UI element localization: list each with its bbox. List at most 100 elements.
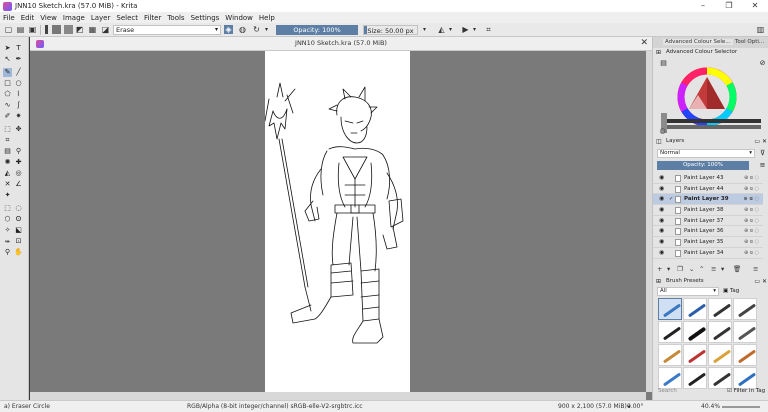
layer-row[interactable]: ◉ Paint Layer 37 ⊕ α ◌ <box>653 216 763 227</box>
brush-preset[interactable] <box>733 367 757 389</box>
layer-flags-icon[interactable]: ⊕ α ◌ <box>744 205 759 216</box>
gradient-icon[interactable] <box>45 25 48 34</box>
layer-flags-icon[interactable]: ⊕ α ◌ <box>744 173 759 184</box>
brush-preset[interactable] <box>658 367 682 389</box>
layer-row[interactable]: ◉ Paint Layer 34 ⊕ α ◌ <box>653 248 763 259</box>
menu-select[interactable]: Select <box>116 14 138 22</box>
reference-images-tool-icon[interactable]: ✦ <box>3 191 12 200</box>
workspace-icon[interactable]: ▥ <box>756 25 765 34</box>
canvas-paper[interactable] <box>264 51 410 392</box>
menu-window[interactable]: Window <box>225 14 253 22</box>
panel-float-close-icon[interactable]: ▭ ✕ <box>754 137 767 146</box>
chevron-down-icon[interactable]: ▾ <box>721 264 724 274</box>
mirror-vertical-icon[interactable]: ▶ <box>461 25 470 34</box>
maximize-button[interactable]: ❐ <box>716 0 742 12</box>
eye-icon[interactable]: ◉ <box>659 226 664 237</box>
preserve-alpha-icon[interactable]: ◍ <box>238 25 247 34</box>
layer-row[interactable]: ◉ Paint Layer 44 ⊕ α ◌ <box>653 184 763 195</box>
layer-row[interactable]: ◉ ✓ Paint Layer 39 ⊕ α ◌ <box>653 194 763 206</box>
colour-history-icon[interactable]: ○ <box>658 127 667 136</box>
eye-icon[interactable]: ◉ <box>659 194 664 205</box>
opacity-slider[interactable]: Opacity: 100% <box>276 25 358 35</box>
freehand-selection-tool-icon[interactable]: ʘ <box>14 215 23 224</box>
brush-preset[interactable] <box>683 298 707 320</box>
add-layer-icon[interactable]: + <box>657 264 662 274</box>
freehand-path-tool-icon[interactable]: ʃ <box>14 101 23 110</box>
new-document-icon[interactable]: ▢ <box>4 25 13 34</box>
contiguous-selection-tool-icon[interactable]: ✧ <box>3 226 12 235</box>
layer-row[interactable]: ◉ Paint Layer 36 ⊕ α ◌ <box>653 226 763 238</box>
duplicate-layer-icon[interactable]: ❐ <box>677 264 683 274</box>
layer-flags-icon[interactable]: ⊕ α ◌ <box>744 248 759 259</box>
polygon-tool-icon[interactable]: ⬠ <box>3 90 12 99</box>
assistant-tool-icon[interactable]: ✕ <box>3 180 12 189</box>
layer-flags-icon[interactable]: ⊕ α ◌ <box>744 226 759 237</box>
zoom-tool-icon[interactable]: ⚲ <box>3 248 12 257</box>
save-document-icon[interactable]: ▣ <box>28 25 37 34</box>
enclose-fill-tool-icon[interactable]: ◎ <box>14 169 23 178</box>
eye-icon[interactable]: ◉ <box>659 184 664 195</box>
layer-flags-icon[interactable]: ⊕ α ◌ <box>744 194 759 205</box>
chevron-down-icon[interactable]: ▾ <box>262 25 271 34</box>
calligraphy-tool-icon[interactable]: ✒ <box>14 55 23 64</box>
layer-row[interactable]: ◉ Paint Layer 38 ⊕ α ◌ <box>653 205 763 216</box>
filter-in-tag-checkbox[interactable]: ☑ Filter in Tag <box>727 388 765 394</box>
menu-layer[interactable]: Layer <box>91 14 111 22</box>
menu-view[interactable]: View <box>40 14 57 22</box>
size-slider[interactable]: Size: 50.00 px <box>363 25 418 35</box>
close-window-button[interactable]: ✕ <box>742 0 768 12</box>
foreground-background-color-icon[interactable]: ◩ <box>75 25 84 34</box>
layer-properties-icon[interactable]: ≡ <box>711 264 716 274</box>
gradient-tool-icon[interactable]: ▤ <box>3 147 12 156</box>
menu-tools[interactable]: Tools <box>167 14 184 22</box>
menu-help[interactable]: Help <box>259 14 275 22</box>
multibrush-tool-icon[interactable]: ✷ <box>14 112 23 121</box>
menu-file[interactable]: File <box>3 14 15 22</box>
open-document-icon[interactable]: ▤ <box>16 25 25 34</box>
blend-mode-select[interactable]: Erase ▾ <box>113 25 221 35</box>
measure-tool-icon[interactable]: ∠ <box>14 180 23 189</box>
presets-search-input[interactable]: Search <box>658 388 677 394</box>
tag-menu[interactable]: ▣ Tag <box>723 288 739 294</box>
mirror-horizontal-icon[interactable]: ◭ <box>437 25 446 34</box>
bezier-selection-tool-icon[interactable]: ⬰ <box>3 237 12 246</box>
elliptical-selection-tool-icon[interactable]: ◌ <box>14 204 23 213</box>
rectangular-selection-tool-icon[interactable]: ⬚ <box>3 204 12 213</box>
document-tab-title[interactable]: JNN10 Sketch.kra (57.0 MiB) <box>30 39 652 47</box>
brush-preset[interactable] <box>733 298 757 320</box>
polygonal-selection-tool-icon[interactable]: ⬡ <box>3 215 12 224</box>
fill-tool-icon[interactable]: ◭ <box>3 169 12 178</box>
brush-preset[interactable] <box>683 321 707 343</box>
minimize-button[interactable]: – <box>690 0 716 12</box>
menu-filter[interactable]: Filter <box>144 14 161 22</box>
colour-selector-close-icon[interactable]: ⊘ <box>758 59 767 68</box>
eraser-mode-icon[interactable]: ◈ <box>224 25 233 34</box>
brush-editor-icon[interactable]: ▦ <box>88 25 97 34</box>
pan-tool-icon[interactable]: ✋ <box>14 248 23 257</box>
brush-preset[interactable] <box>708 321 732 343</box>
tab-advanced-colour-selector[interactable]: Advanced Colour Sele... <box>663 39 733 45</box>
layer-flags-icon[interactable]: ⊕ α ◌ <box>744 237 759 248</box>
delete-layer-icon[interactable]: 🗑 <box>733 264 741 274</box>
chevron-down-icon[interactable]: ▾ <box>667 264 670 274</box>
bezier-tool-icon[interactable]: ∿ <box>3 101 12 110</box>
polyline-tool-icon[interactable]: ⌇ <box>14 90 23 99</box>
chevron-down-icon[interactable]: ▾ <box>470 25 479 34</box>
brush-preset[interactable] <box>658 298 682 320</box>
layer-options-icon[interactable]: ≡ <box>758 161 767 170</box>
tab-tool-options[interactable]: Tool Opti... <box>735 39 764 45</box>
layer-row[interactable]: ◉ Paint Layer 35 ⊕ α ◌ <box>653 237 763 248</box>
layer-menu-icon[interactable]: ≡ <box>753 264 758 274</box>
ellipse-tool-icon[interactable]: ○ <box>14 79 23 88</box>
filter-layers-icon[interactable]: ⊽ <box>758 149 767 158</box>
brush-preset[interactable] <box>658 344 682 366</box>
presets-filter-select[interactable]: All ▾ <box>657 287 719 296</box>
edit-shapes-tool-icon[interactable]: ↖ <box>3 55 12 64</box>
eye-icon[interactable]: ◉ <box>659 248 664 259</box>
eye-icon[interactable]: ◉ <box>659 237 664 248</box>
status-brush[interactable]: a) Eraser Circle <box>4 401 50 412</box>
move-layer-up-icon[interactable]: ⌃ <box>699 264 704 274</box>
similar-selection-tool-icon[interactable]: ⬕ <box>14 226 23 235</box>
layer-row[interactable]: ◉ Paint Layer 43 ⊕ α ◌ <box>653 173 763 184</box>
colour-wheel[interactable] <box>661 59 761 134</box>
